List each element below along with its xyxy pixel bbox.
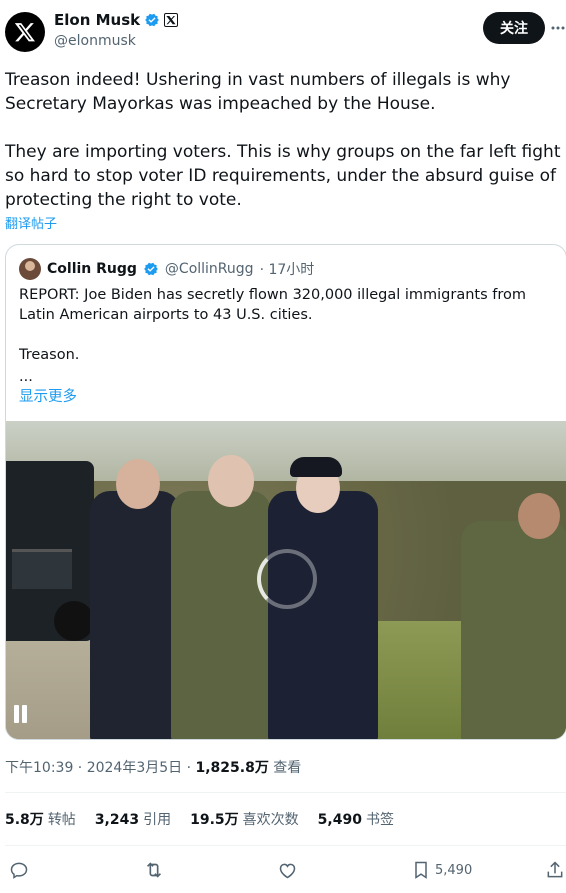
tweet-paragraph-2: They are importing voters. This is why g…: [5, 142, 561, 210]
verified-icon: [145, 13, 159, 27]
more-icon[interactable]: [551, 18, 565, 38]
x-badge-icon: [164, 13, 179, 27]
tweet-timestamp[interactable]: 下午10:39 · 2024年3月5日 ·: [5, 760, 196, 776]
bookmark-icon: [415, 861, 427, 879]
stat-value: 5.8万: [5, 812, 44, 828]
tweet-header: Elon Musk @elonmusk 关注: [0, 0, 566, 66]
stat-label: 喜欢次数: [242, 812, 299, 828]
truck-wheel: [54, 601, 94, 641]
author-name[interactable]: Elon Musk: [54, 11, 140, 29]
quote-text-3: ...: [19, 369, 33, 385]
stat-label: 转帖: [47, 812, 76, 828]
bookmark-button[interactable]: 5,490: [411, 855, 472, 885]
quote-header: Collin Rugg @CollinRugg · 17小时: [19, 258, 314, 280]
video-truck: [6, 461, 94, 641]
share-icon: [547, 861, 563, 878]
quote-text-2: Treason.: [19, 347, 80, 363]
author-name-row: Elon Musk: [54, 11, 179, 29]
stat-value: 3,243: [94, 812, 140, 828]
author-handle[interactable]: @elonmusk: [54, 33, 136, 49]
views-label: 查看: [268, 760, 302, 776]
stat-quotes[interactable]: 3,243 引用: [95, 809, 171, 829]
stat-value: 5,490: [317, 812, 362, 828]
tweet-paragraph-1: Treason indeed! Ushering in vast numbers…: [5, 70, 511, 114]
truck-grill: [12, 549, 72, 589]
video-cap: [290, 457, 342, 477]
video-head-4: [518, 493, 560, 539]
divider: [5, 845, 566, 846]
tweet-page: Elon Musk @elonmusk 关注 Treason indeed! U…: [0, 0, 566, 893]
stat-label: 引用: [143, 812, 172, 828]
translate-link[interactable]: 翻译帖子: [5, 213, 57, 232]
divider: [5, 792, 566, 793]
tweet-views: 1,825.8万: [195, 760, 269, 776]
quote-author-handle[interactable]: @CollinRugg: [165, 261, 254, 277]
stat-value: 19.5万: [190, 812, 239, 828]
quote-author-name[interactable]: Collin Rugg: [47, 261, 137, 277]
reply-icon: [10, 862, 28, 879]
reply-button[interactable]: [9, 855, 29, 885]
video-person-uniform-left: [171, 491, 271, 739]
share-button[interactable]: [545, 855, 565, 885]
video-head-1: [116, 459, 160, 509]
like-icon: [279, 863, 296, 878]
video-person-suit-center: [268, 491, 378, 739]
stat-reposts[interactable]: 5.8万 转帖: [5, 809, 76, 829]
quote-avatar[interactable]: [19, 258, 41, 280]
stat-bookmarks[interactable]: 5,490 书签: [318, 809, 394, 829]
quote-video[interactable]: [6, 421, 566, 739]
follow-button[interactable]: 关注: [483, 12, 545, 44]
verified-icon: [144, 262, 158, 276]
loading-spinner-icon: [257, 549, 317, 609]
pause-icon[interactable]: [14, 705, 30, 725]
video-person-uniform-right: [461, 521, 566, 739]
bookmark-count: 5,490: [435, 862, 473, 878]
quote-time[interactable]: · 17小时: [260, 259, 315, 279]
quote-text-1: REPORT: Joe Biden has secretly flown 320…: [19, 287, 527, 323]
action-bar: 5,490: [0, 855, 566, 887]
engagement-stats: 5.8万 转帖 3,243 引用 19.5万 喜欢次数 5,490 书签: [5, 809, 394, 829]
show-more-link[interactable]: 显示更多: [19, 385, 77, 406]
quoted-tweet[interactable]: Collin Rugg @CollinRugg · 17小时 REPORT: J…: [5, 244, 566, 740]
video-person-suit-left: [90, 491, 180, 739]
tweet-meta: 下午10:39 · 2024年3月5日 · 1,825.8万 查看: [5, 757, 301, 777]
stat-label: 书签: [365, 812, 394, 828]
stat-likes[interactable]: 19.5万 喜欢次数: [190, 809, 299, 829]
video-head-2: [208, 455, 254, 507]
x-logo-icon: [14, 23, 35, 42]
avatar[interactable]: [5, 12, 45, 52]
retweet-button[interactable]: [143, 855, 165, 885]
like-button[interactable]: [277, 855, 298, 885]
retweet-icon: [146, 862, 162, 878]
